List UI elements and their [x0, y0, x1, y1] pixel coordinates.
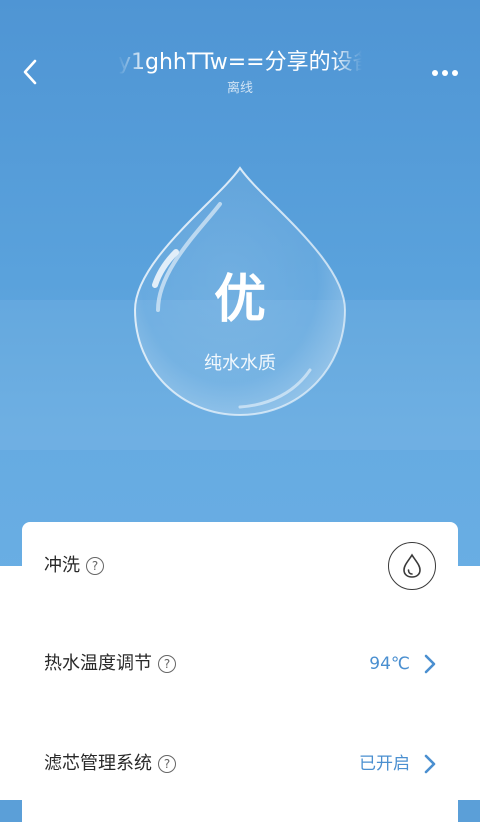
hot-water-temp-row[interactable]: 热水温度调节 ? 94℃	[44, 642, 436, 686]
water-quality-grade: 优	[213, 270, 266, 330]
more-icon	[432, 70, 458, 76]
hot-water-temp-control: 94℃	[369, 652, 436, 676]
chevron-right-icon[interactable]	[424, 754, 436, 774]
title-area: y1ghhTTw==分享的设备 离线	[118, 48, 362, 98]
page-title: y1ghhTTw==分享的设备	[118, 50, 362, 75]
back-arrow-icon	[23, 59, 37, 85]
device-status: 离线	[226, 81, 253, 96]
flush-row: 冲洗 ?	[44, 542, 436, 590]
help-icon[interactable]: ?	[158, 755, 176, 773]
more-button[interactable]	[428, 58, 462, 88]
water-quality-description: 纯水水质	[204, 353, 276, 374]
filter-management-control: 已开启	[359, 752, 436, 776]
hot-water-temp-label: 热水温度调节	[44, 653, 152, 674]
flush-button[interactable]	[388, 542, 436, 590]
hot-water-temp-value: 94℃	[369, 654, 410, 674]
flush-control	[388, 542, 436, 590]
help-icon[interactable]: ?	[86, 557, 104, 575]
water-quality-display: 优 纯水水质	[0, 160, 480, 430]
back-button[interactable]	[12, 52, 48, 92]
flush-label: 冲洗	[44, 555, 80, 576]
droplet-icon	[403, 553, 421, 578]
help-icon[interactable]: ?	[158, 655, 176, 673]
filter-management-label: 滤芯管理系统	[44, 753, 152, 774]
filter-management-row[interactable]: 滤芯管理系统 ? 已开启	[44, 742, 436, 786]
filter-management-value: 已开启	[359, 754, 410, 774]
chevron-right-icon[interactable]	[424, 654, 436, 674]
header: y1ghhTTw==分享的设备 离线	[0, 0, 480, 110]
